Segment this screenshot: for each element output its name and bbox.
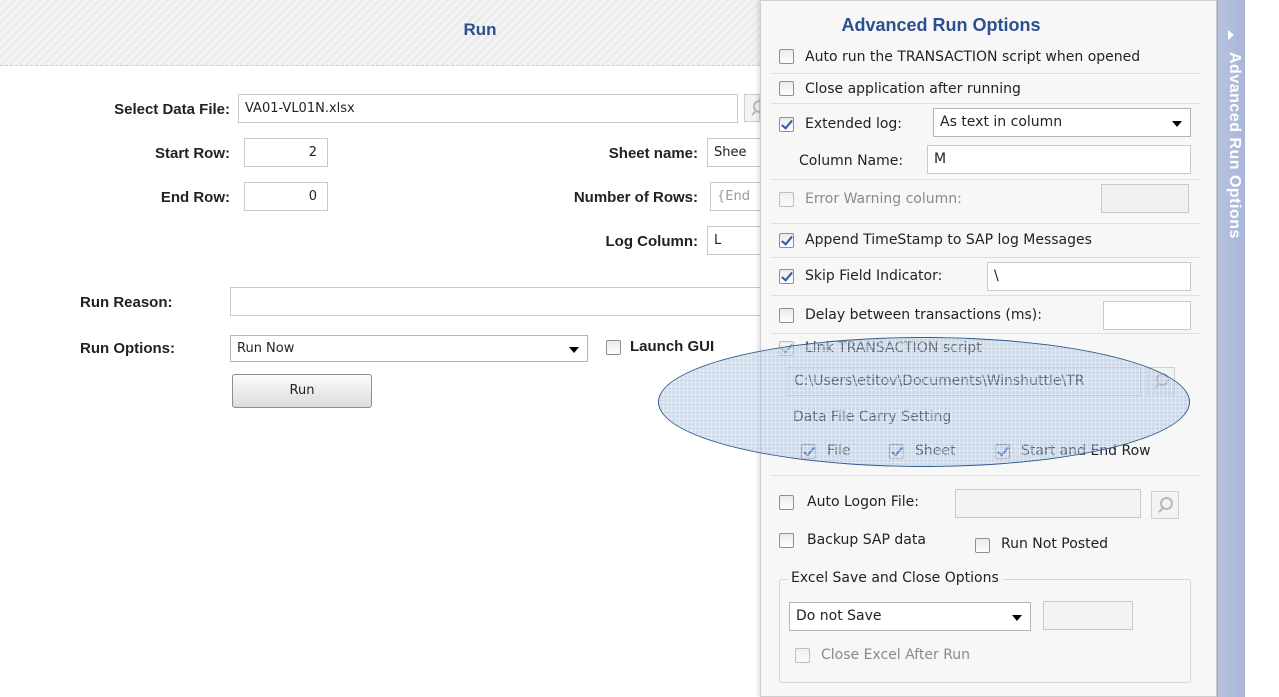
append-timestamp-checkbox[interactable] [779, 233, 794, 248]
run-options-select[interactable]: Run Now [230, 335, 588, 362]
browse-script-search-icon[interactable] [1147, 367, 1175, 395]
excel-options-group-label: Excel Save and Close Options [787, 570, 1003, 586]
excel-options-group [779, 579, 1191, 683]
sheet-name-label: Sheet name: [608, 145, 698, 162]
launch-gui-checkbox[interactable] [606, 340, 621, 355]
excel-save-select[interactable]: Do not Save [789, 602, 1031, 631]
sheet-name-input[interactable]: Shee [707, 138, 767, 167]
launch-gui-label: Launch GUI [630, 338, 715, 355]
auto-logon-label: Auto Logon File: [807, 494, 919, 510]
browse-logon-search-icon[interactable] [1151, 491, 1179, 519]
run-not-posted-label: Run Not Posted [1001, 536, 1109, 552]
separator [771, 179, 1201, 180]
close-excel-label: Close Excel After Run [821, 647, 971, 663]
close-app-label: Close application after running [805, 81, 1021, 97]
select-data-file-label: Select Data File: [114, 101, 230, 118]
close-app-checkbox[interactable] [779, 81, 794, 96]
run-options-selected: Run Now [237, 341, 295, 356]
run-reason-label: Run Reason: [80, 294, 173, 311]
separator [771, 257, 1201, 258]
expand-arrow-icon [1228, 30, 1234, 40]
run-button[interactable]: Run [232, 374, 372, 408]
column-name-input[interactable]: M [927, 145, 1191, 174]
data-file-input[interactable]: VA01-VL01N.xlsx [238, 94, 738, 123]
advanced-options-side-tab[interactable]: Advanced Run Options [1217, 0, 1245, 697]
carry-sheet-checkbox[interactable] [889, 444, 904, 459]
number-of-rows-label: Number of Rows: [573, 189, 698, 206]
chevron-down-icon [1012, 615, 1022, 621]
start-row-input[interactable]: 2 [244, 138, 328, 167]
skip-field-input[interactable]: \ [987, 262, 1191, 291]
side-tab-label: Advanced Run Options [1226, 52, 1243, 239]
auto-run-checkbox[interactable] [779, 49, 794, 64]
separator [771, 295, 1201, 296]
carry-setting-label: Data File Carry Setting [793, 409, 952, 425]
skip-field-checkbox[interactable] [779, 269, 794, 284]
delay-input[interactable] [1103, 301, 1191, 330]
delay-checkbox[interactable] [779, 308, 794, 323]
auto-logon-input[interactable] [955, 489, 1141, 518]
log-column-input[interactable]: L [707, 226, 767, 255]
extended-log-selected: As text in column [940, 114, 1063, 130]
error-warning-input[interactable] [1101, 184, 1189, 213]
extended-log-checkbox[interactable] [779, 117, 794, 132]
separator [771, 73, 1201, 74]
backup-checkbox[interactable] [779, 533, 794, 548]
advanced-run-options-panel: Advanced Run Options Auto run the TRANSA… [760, 0, 1217, 697]
carry-rows-label: Start and End Row [1021, 443, 1151, 459]
column-name-label: Column Name: [799, 153, 904, 169]
append-timestamp-label: Append TimeStamp to SAP log Messages [805, 232, 1092, 248]
right-gutter [1245, 0, 1279, 697]
carry-file-checkbox[interactable] [801, 444, 816, 459]
separator [771, 223, 1201, 224]
backup-label: Backup SAP data [807, 532, 926, 548]
chevron-down-icon [1172, 121, 1182, 127]
run-reason-input[interactable] [230, 287, 770, 316]
carry-file-label: File [827, 443, 851, 459]
run-options-label: Run Options: [80, 340, 175, 357]
log-column-label: Log Column: [605, 233, 698, 250]
run-title: Run [463, 20, 497, 39]
end-row-label: End Row: [160, 189, 230, 206]
link-transaction-label: Link TRANSACTION script [805, 340, 982, 356]
excel-save-selected: Do not Save [796, 608, 882, 624]
error-warning-checkbox[interactable] [779, 192, 794, 207]
link-transaction-checkbox[interactable] [779, 341, 794, 356]
browse-file-search-icon[interactable] [744, 94, 766, 122]
separator [771, 333, 1201, 334]
auto-logon-checkbox[interactable] [779, 495, 794, 510]
separator [771, 103, 1201, 104]
extended-log-label: Extended log: [805, 116, 903, 132]
carry-sheet-label: Sheet [915, 443, 956, 459]
run-header-band [0, 0, 760, 66]
advanced-panel-title: Advanced Run Options [841, 15, 1041, 35]
link-path-input[interactable]: C:\Users\etitov\Documents\Winshuttle\TR [787, 367, 1141, 396]
excel-extra-input[interactable] [1043, 601, 1133, 630]
auto-run-label: Auto run the TRANSACTION script when ope… [805, 49, 1141, 65]
chevron-down-icon [569, 347, 579, 353]
error-warning-label: Error Warning column: [805, 191, 962, 207]
carry-rows-checkbox[interactable] [995, 444, 1010, 459]
extended-log-select[interactable]: As text in column [933, 108, 1191, 137]
start-row-label: Start Row: [155, 145, 230, 162]
run-not-posted-checkbox[interactable] [975, 538, 990, 553]
end-row-input[interactable]: 0 [244, 182, 328, 211]
separator [771, 475, 1201, 476]
delay-label: Delay between transactions (ms): [805, 307, 1042, 323]
skip-field-label: Skip Field Indicator: [805, 268, 943, 284]
close-excel-checkbox[interactable] [795, 648, 810, 663]
